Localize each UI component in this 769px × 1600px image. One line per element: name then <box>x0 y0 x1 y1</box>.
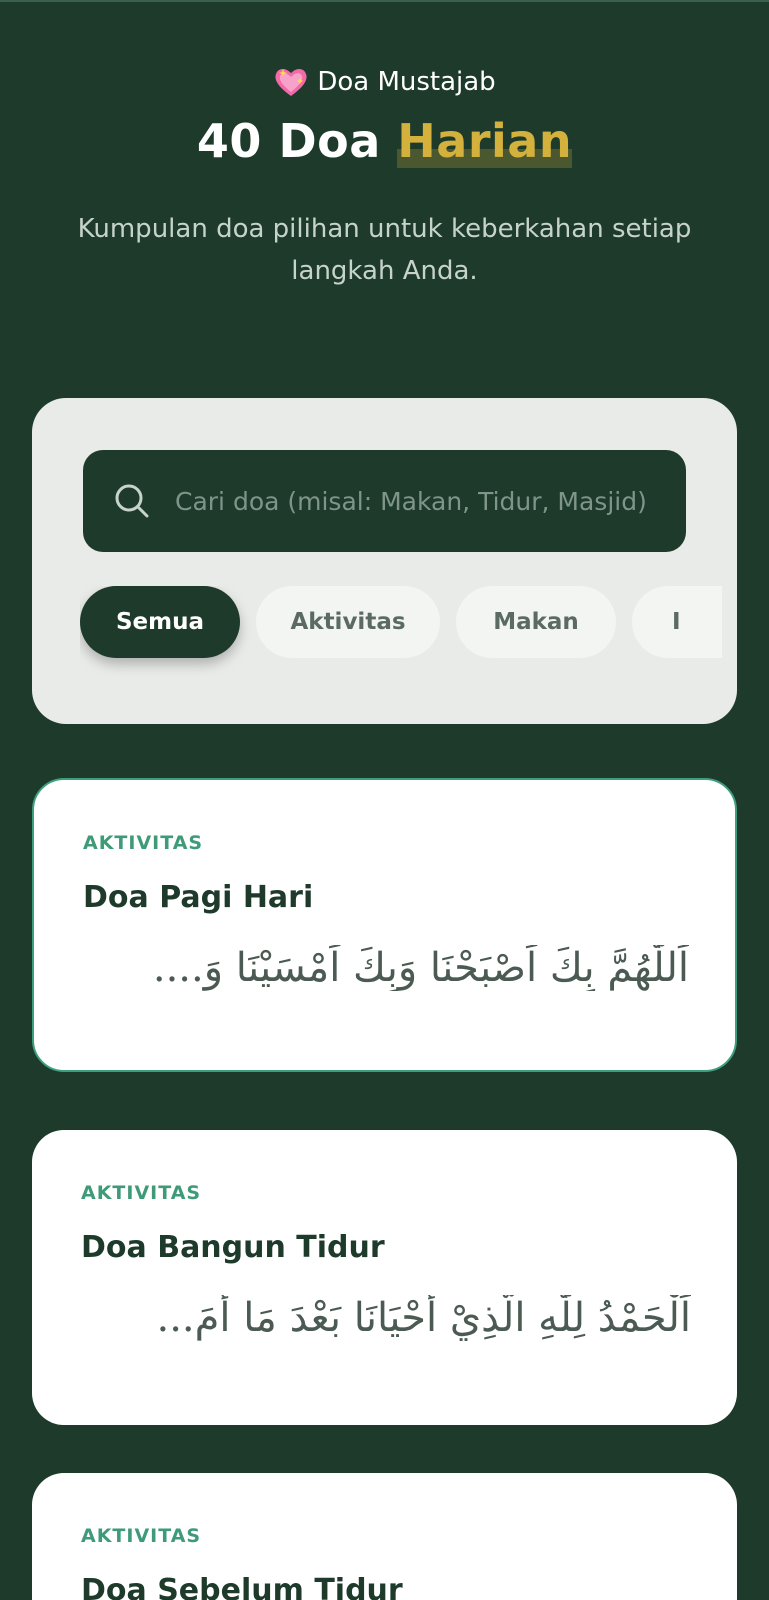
chip-label: Makan <box>493 609 579 635</box>
card-category: AKTIVITAS <box>81 1525 202 1547</box>
category-filter-chips: Semua Aktivitas Makan I <box>80 586 722 676</box>
title-accent: Harian <box>397 114 573 168</box>
page-header: Doa Mustajab 40 Doa Harian <box>0 62 769 169</box>
chip-makan[interactable]: Makan <box>456 586 616 658</box>
doa-card[interactable]: AKTIVITAS Doa Pagi Hari اَللّٰهُمَّ بِكَ… <box>32 778 737 1072</box>
card-title: Doa Sebelum Tidur <box>81 1573 403 1600</box>
card-category: AKTIVITAS <box>81 1182 202 1204</box>
card-title: Doa Bangun Tidur <box>81 1230 385 1265</box>
top-divider <box>0 0 769 2</box>
doa-card[interactable]: AKTIVITAS Doa Bangun Tidur اَلْحَمْدُ لِ… <box>32 1130 737 1425</box>
search-box[interactable] <box>83 450 686 552</box>
card-title: Doa Pagi Hari <box>83 880 314 915</box>
chip-partial[interactable]: I <box>632 586 722 658</box>
sparkling-heart-icon <box>273 65 309 99</box>
page-title: 40 Doa Harian <box>0 113 769 169</box>
doa-card[interactable]: AKTIVITAS Doa Sebelum Tidur <box>32 1473 737 1600</box>
badge-label: Doa Mustajab <box>317 67 496 97</box>
search-icon <box>115 484 149 518</box>
card-arabic-text: اَللّٰهُمَّ بِكَ اَصْبَحْنَا وَبِكَ اَمْ… <box>152 945 689 991</box>
chip-aktivitas[interactable]: Aktivitas <box>256 586 440 658</box>
chip-label: I <box>672 609 681 635</box>
search-panel: Semua Aktivitas Makan I <box>32 398 737 724</box>
title-main: 40 Doa <box>196 114 381 168</box>
chip-label: Aktivitas <box>290 609 406 635</box>
card-arabic-text: اَلْحَمْدُ لِلّٰهِ الَّذِيْ أَحْيَانَا ب… <box>156 1295 692 1341</box>
chip-semua[interactable]: Semua <box>80 586 240 658</box>
page-subtitle: Kumpulan doa pilihan untuk keberkahan se… <box>77 214 692 286</box>
search-input[interactable] <box>175 476 665 526</box>
card-category: AKTIVITAS <box>83 832 204 854</box>
chip-label: Semua <box>115 609 205 635</box>
header-badge: Doa Mustajab <box>273 62 496 102</box>
